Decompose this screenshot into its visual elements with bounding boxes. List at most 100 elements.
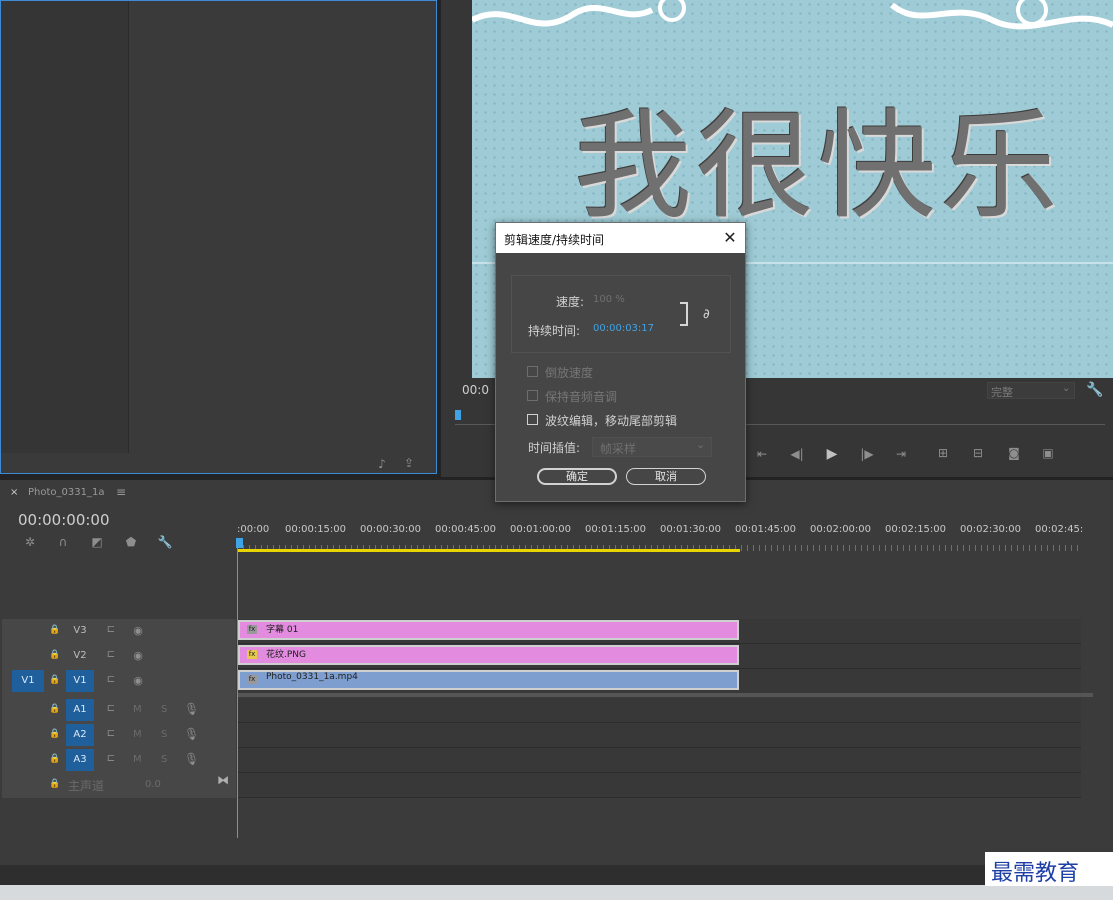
extract-icon[interactable]: ⊟	[968, 446, 988, 460]
step-back-icon[interactable]: ◀|	[787, 447, 807, 461]
ruler-label: 00:00:45:00	[435, 524, 497, 535]
ruler-label: 00:01:00:00	[510, 524, 572, 535]
speed-duration-group	[511, 275, 731, 353]
lift-icon[interactable]: ⊞	[933, 446, 953, 460]
dialog-titlebar[interactable]: 剪辑速度/持续时间 ✕	[496, 223, 745, 253]
clip-speed-duration-dialog: 剪辑速度/持续时间 ✕ 速度: 100 % 持续时间: 00:00:03:17 …	[495, 222, 746, 502]
video-title-text: 我很快乐	[574, 97, 1063, 235]
timeline-settings-icon[interactable]: 🔧	[156, 535, 174, 549]
watermark-text: 最需教育	[991, 861, 1080, 886]
add-marker-icon[interactable]: ⬟	[122, 535, 140, 549]
clip-flower-png[interactable]: fx 花纹.PNG	[238, 645, 739, 665]
track-label-v1[interactable]: V1	[66, 670, 94, 692]
microphone-icon[interactable]: 🎙	[184, 727, 199, 741]
ripple-edit-label: 波纹编辑，移动尾部剪辑	[545, 414, 678, 428]
program-timecode[interactable]: 00:0	[462, 383, 489, 397]
mute-button[interactable]: M	[133, 754, 142, 765]
microphone-icon[interactable]: 🎙	[184, 702, 199, 716]
mute-button[interactable]: M	[133, 704, 142, 715]
clip-photo-mp4[interactable]: fx Photo_0331_1a.mp4	[238, 670, 739, 690]
microphone-icon[interactable]: 🎙	[184, 752, 199, 766]
lock-icon[interactable]: 🔒	[48, 779, 62, 789]
chevron-down-icon: ⌄	[696, 438, 706, 451]
track-label-v3[interactable]: V3	[68, 625, 92, 636]
ruler-label: 00:02:15:00	[885, 524, 947, 535]
sync-lock-icon[interactable]: ⊏	[103, 624, 119, 635]
ok-button[interactable]: 确定	[537, 468, 617, 485]
timeline-playhead-handle[interactable]	[236, 538, 243, 548]
chevron-down-icon: ⌄	[1062, 383, 1071, 394]
sync-lock-icon[interactable]: ⊏	[103, 753, 119, 764]
duration-value[interactable]: 00:00:03:17	[593, 323, 654, 334]
timeline-timecode[interactable]: 00:00:00:00	[18, 511, 110, 529]
fit-select[interactable]: 完整 ⌄	[987, 382, 1075, 399]
fit-select-value: 完整	[991, 386, 1013, 399]
compare-view-icon[interactable]: ▣	[1038, 446, 1058, 460]
solo-button[interactable]: S	[161, 704, 167, 715]
master-level-value[interactable]: 0.0	[145, 779, 161, 790]
mute-button[interactable]: M	[133, 729, 142, 740]
go-to-out-icon[interactable]: ⇥	[891, 447, 911, 461]
lock-icon[interactable]: 🔒	[48, 754, 62, 764]
tab-menu-icon[interactable]: ≡	[116, 485, 126, 499]
fx-badge-icon: fx	[247, 625, 257, 634]
linked-selection-icon[interactable]: ◩	[88, 535, 106, 549]
close-icon[interactable]: ✕	[718, 226, 742, 250]
track-master-row[interactable]	[238, 773, 1081, 798]
clip-label: 花纹.PNG	[266, 650, 306, 660]
lock-icon[interactable]: 🔒	[48, 650, 62, 660]
track-label-a2[interactable]: A2	[66, 724, 94, 746]
time-interpolation-select[interactable]: 帧采样 ⌄	[592, 437, 712, 457]
close-tab-icon[interactable]: ×	[10, 487, 18, 498]
sync-lock-icon[interactable]: ⊏	[103, 649, 119, 660]
source-monitor-panel[interactable]: ♪ ⇪	[0, 0, 437, 474]
source-patch-v1[interactable]: V1	[12, 670, 44, 692]
track-label-a1[interactable]: A1	[66, 699, 94, 721]
speed-value[interactable]: 100 %	[593, 294, 625, 305]
eye-icon[interactable]: ◉	[130, 624, 146, 637]
work-area-bar[interactable]	[237, 549, 740, 552]
sync-lock-icon[interactable]: ⊏	[103, 703, 119, 714]
camera-icon[interactable]: ◙	[1004, 446, 1024, 460]
ruler-label: 00:01:45:00	[735, 524, 797, 535]
track-a2-row[interactable]	[238, 723, 1081, 748]
track-label-v2[interactable]: V2	[68, 650, 92, 661]
clip-title-01[interactable]: fx 字幕 01	[238, 620, 739, 640]
nest-toggle-icon[interactable]: ✲	[21, 535, 39, 549]
track-a3-row[interactable]	[238, 748, 1081, 773]
lock-icon[interactable]: 🔒	[48, 704, 62, 714]
solo-button[interactable]: S	[161, 729, 167, 740]
clip-label: 字幕 01	[266, 625, 299, 635]
lock-icon[interactable]: 🔒	[48, 729, 62, 739]
wrench-icon[interactable]: 🔧	[1086, 382, 1104, 398]
lock-icon[interactable]: 🔒	[48, 675, 62, 685]
timeline-tab[interactable]: Photo_0331_1a	[28, 487, 104, 498]
maintain-pitch-checkbox[interactable]	[527, 390, 538, 401]
solo-button[interactable]: S	[161, 754, 167, 765]
cancel-button[interactable]: 取消	[626, 468, 706, 485]
track-label-a3[interactable]: A3	[66, 749, 94, 771]
go-to-in-icon[interactable]: ⇤	[752, 447, 772, 461]
snap-magnet-icon[interactable]: ∩	[54, 535, 72, 549]
source-preview-area	[1, 1, 129, 453]
chain-link-icon[interactable]: ∂	[703, 307, 710, 322]
track-a1-row[interactable]	[238, 698, 1081, 723]
ripple-edit-checkbox[interactable]	[527, 414, 538, 425]
export-icon[interactable]: ⇪	[401, 456, 417, 470]
lock-icon[interactable]: 🔒	[48, 625, 62, 635]
sync-lock-icon[interactable]: ⊏	[103, 674, 119, 685]
sync-lock-icon[interactable]: ⊏	[103, 728, 119, 739]
playhead-icon[interactable]	[455, 410, 461, 420]
ruler-label: 00:01:30:00	[660, 524, 722, 535]
reverse-speed-checkbox[interactable]	[527, 366, 538, 377]
step-forward-icon[interactable]: |▶	[857, 447, 877, 461]
eye-icon[interactable]: ◉	[130, 674, 146, 687]
eye-icon[interactable]: ◉	[130, 649, 146, 662]
play-icon[interactable]: ▶	[822, 446, 842, 462]
go-to-edit-point-icon[interactable]: ⧓	[216, 773, 230, 787]
audio-waveform-icon[interactable]: ♪	[374, 457, 390, 471]
maintain-pitch-label: 保持音频音调	[545, 390, 618, 404]
ruler-label: 00:02:00:00	[810, 524, 872, 535]
track-divider[interactable]	[238, 693, 1093, 697]
speed-label: 速度:	[556, 295, 585, 309]
